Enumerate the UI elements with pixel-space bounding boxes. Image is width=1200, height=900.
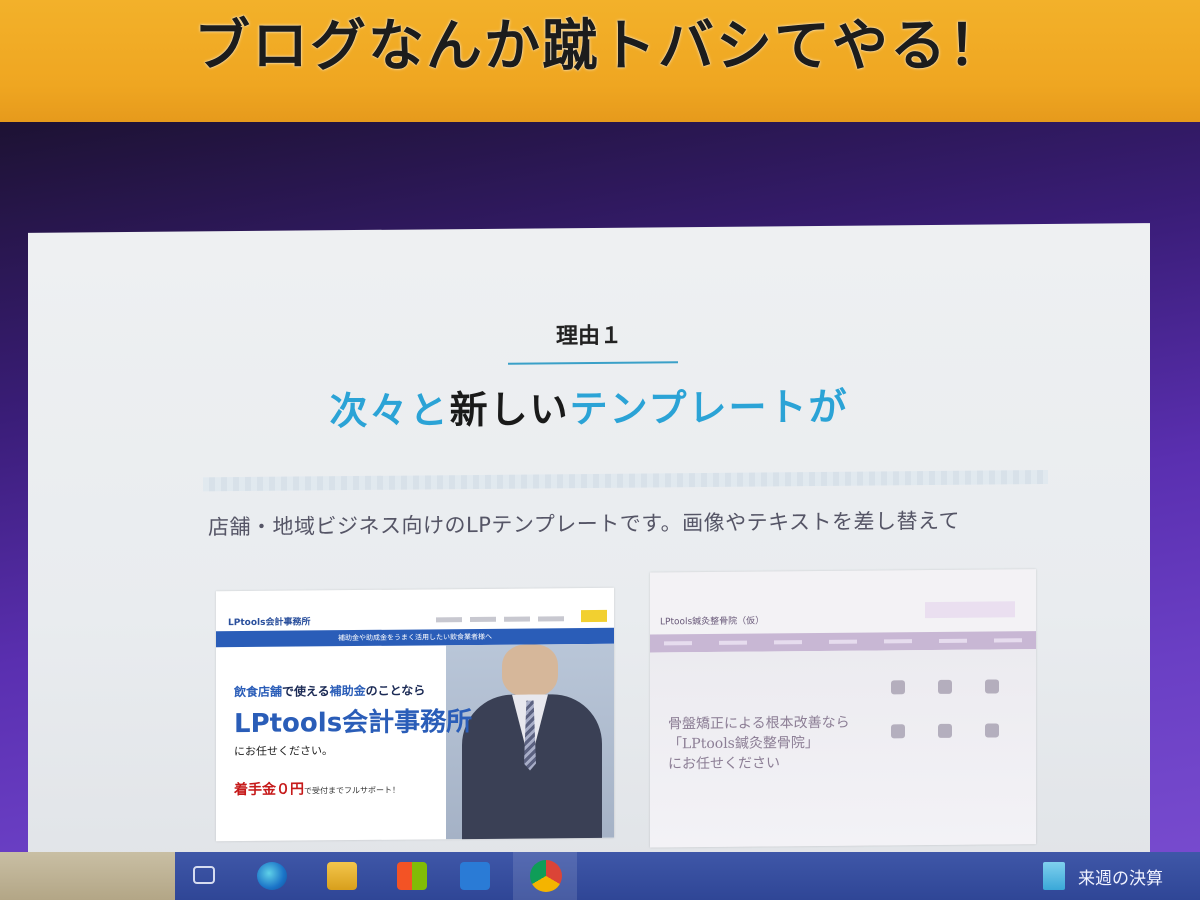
banner-title: ブログなんか蹴トバシてやる！ (194, 13, 1006, 79)
mail-icon[interactable] (460, 862, 490, 890)
document-icon[interactable] (1043, 862, 1065, 890)
thumb-b-hero-text: 骨盤矯正による根本改善なら 「LPtools鍼灸整骨院」 にお任せください (668, 714, 850, 773)
headline-part1: 次々と (329, 388, 450, 434)
web-page: 理由１ 次々と新しいテンプレートが 店舗・地域ビジネス向けのLPテンプレートです… (28, 223, 1150, 873)
thumb-a-copy1: 飲食店舗で使える補助金のことなら (234, 683, 426, 700)
task-view-icon[interactable] (193, 866, 215, 884)
edge-icon[interactable] (257, 862, 287, 890)
folder-icon[interactable] (327, 862, 357, 890)
headline: 次々と新しいテンプレートが (28, 373, 1150, 438)
desktop-wallpaper-strip (0, 852, 175, 900)
thumb-a-header: LPtools会計事務所 (216, 606, 614, 629)
reason-underline (508, 361, 678, 365)
reason-label: 理由１ (555, 323, 622, 350)
chrome-icon[interactable] (530, 860, 562, 892)
thumb-b-title: LPtools鍼灸整骨院（仮） (660, 616, 765, 628)
thumb-a-cta (581, 609, 607, 623)
store-icon[interactable] (397, 862, 427, 890)
thumb-a-nav (436, 616, 564, 623)
thumb-b-contact (925, 601, 1015, 619)
taskbar: 来週の決算 (175, 852, 1200, 900)
headline-part3: テンプレートが (569, 384, 849, 432)
thumb-a-copy4: 着手金０円で受付までフルサポート！ (234, 781, 400, 799)
decorative-stripe (203, 469, 1048, 492)
businessman-photo (446, 643, 614, 842)
thumb-b-icons (875, 679, 1015, 739)
template-thumbnail-clinic[interactable]: LPtools鍼灸整骨院（仮） 骨盤矯正による根本改善なら 「LPtools鍼灸… (650, 569, 1036, 848)
taskbar-doc-label[interactable]: 来週の決算 (1078, 864, 1163, 889)
thumb-a-logo: LPtools会計事務所 (234, 707, 473, 740)
top-banner: ブログなんか蹴トバシてやる！ (0, 0, 1200, 122)
description: 店舗・地域ビジネス向けのLPテンプレートです。画像やテキストを差し替えて (208, 508, 960, 540)
headline-part2: 新しい (449, 387, 570, 433)
thumb-a-copy2: にお任せください。 (234, 744, 333, 759)
thumb-a-logo-small: LPtools会計事務所 (228, 617, 311, 629)
thumb-b-hero: 骨盤矯正による根本改善なら 「LPtools鍼灸整骨院」 にお任せください (650, 649, 1036, 848)
template-thumbnail-accounting[interactable]: LPtools会計事務所 補助金や助成金をうまく活用したい飲食業者様へ 飲食店舗… (216, 587, 614, 842)
